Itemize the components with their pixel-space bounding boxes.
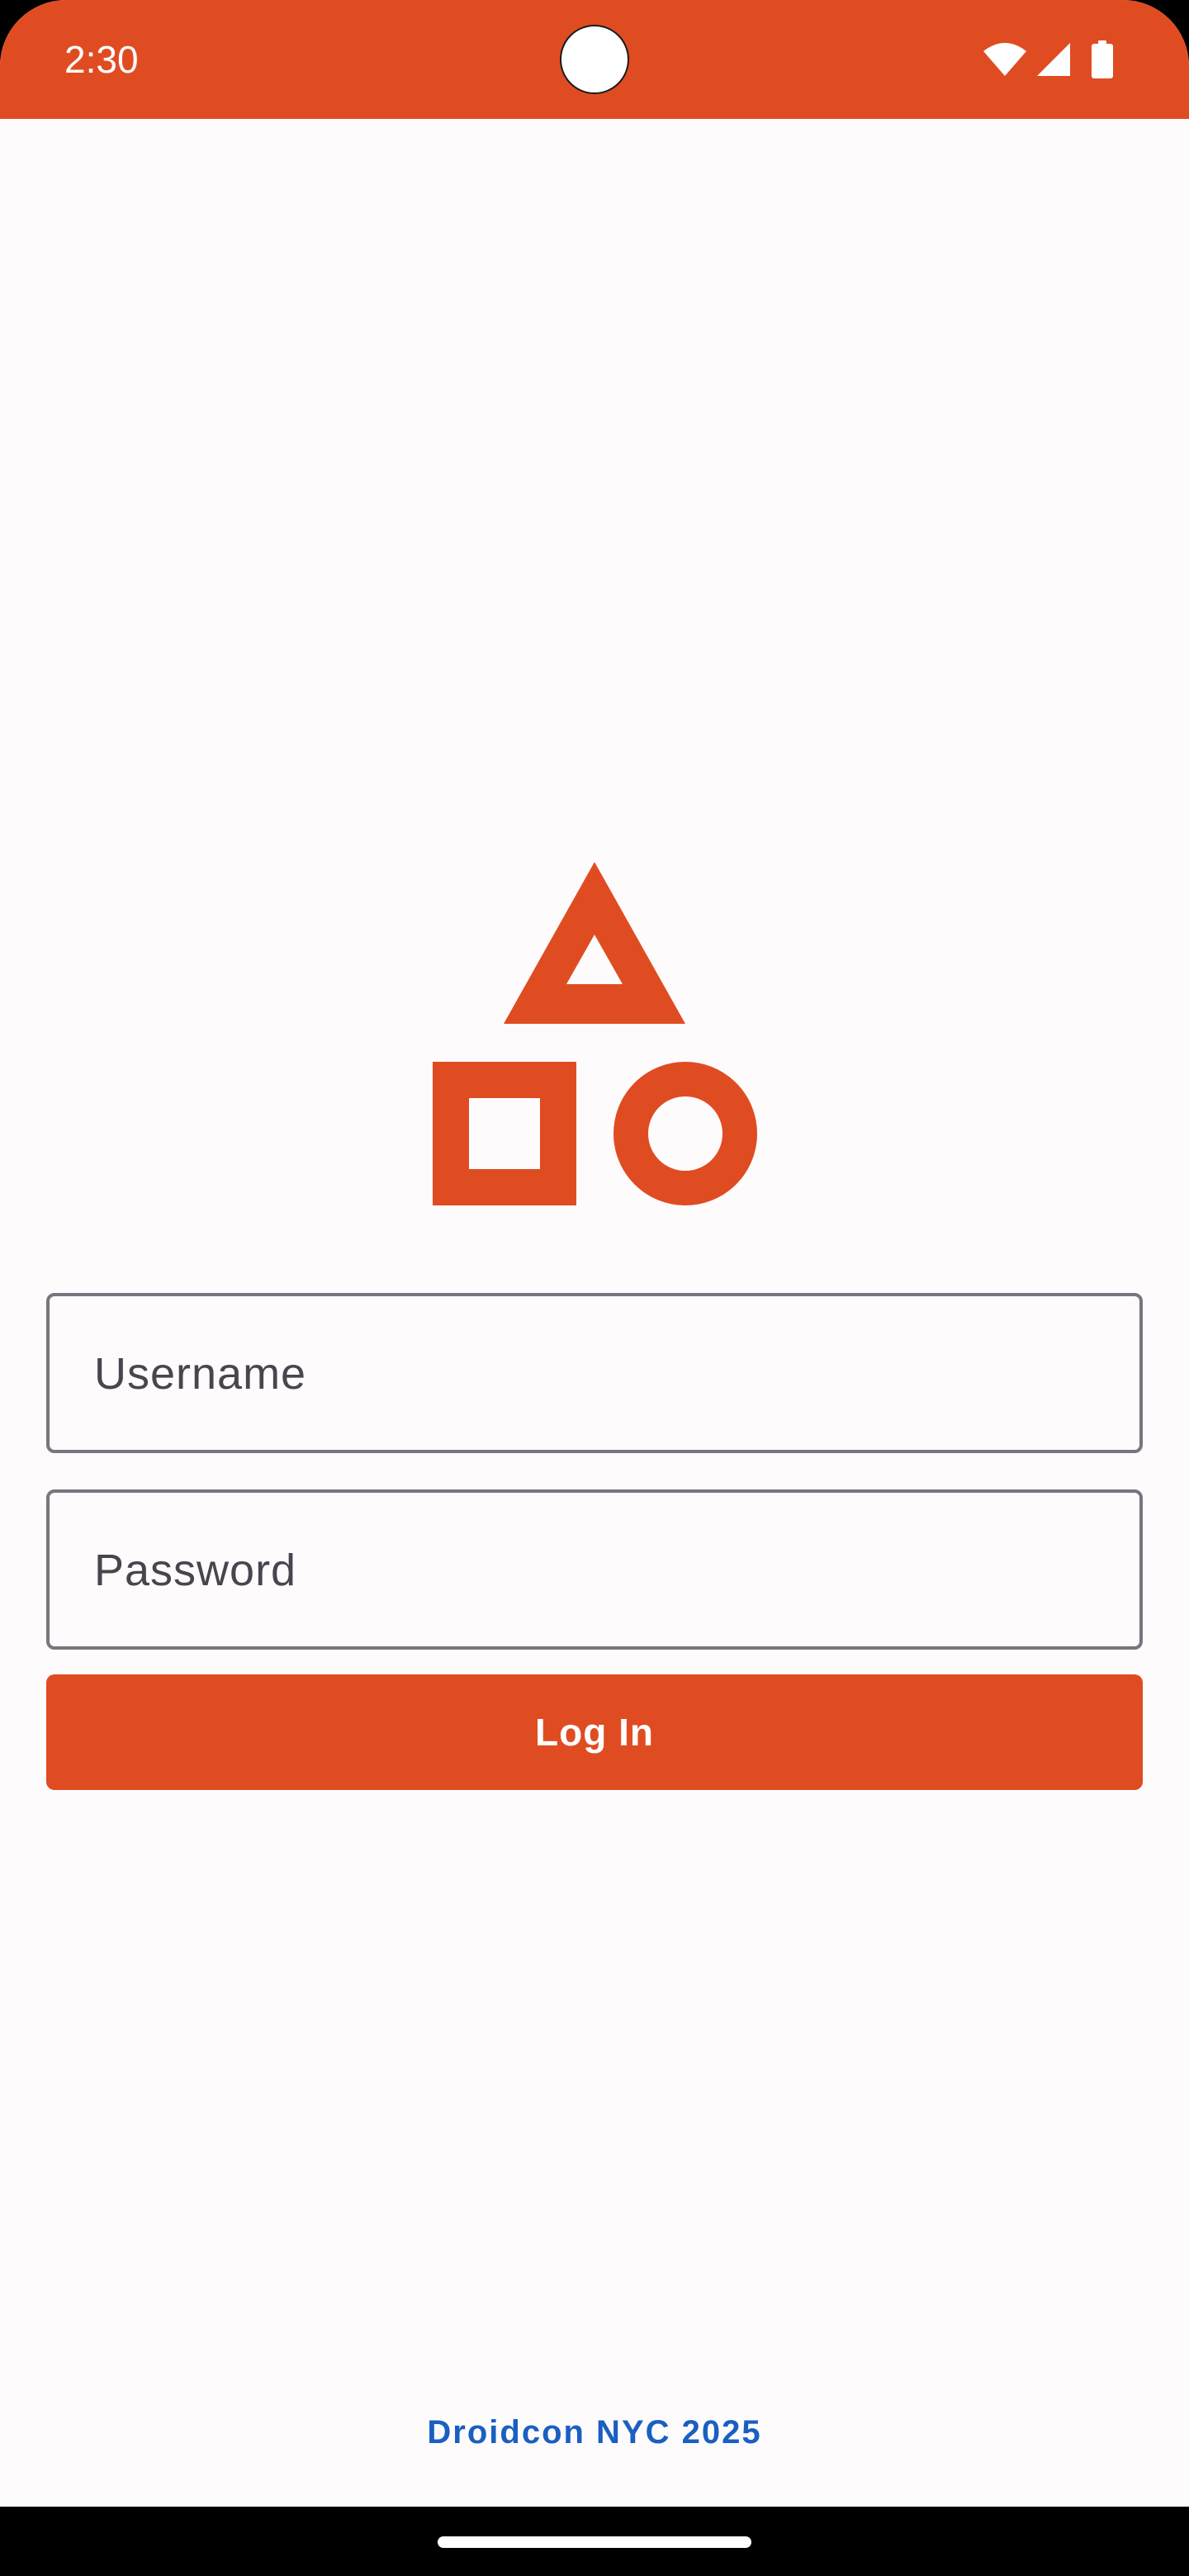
logo-square: [433, 1062, 576, 1205]
password-placeholder: Password: [94, 1546, 297, 1595]
username-field[interactable]: Username: [46, 1293, 1143, 1453]
shapes-logo-icon: [429, 859, 760, 1205]
system-navigation-bar: [0, 2507, 1189, 2576]
username-placeholder: Username: [94, 1349, 307, 1399]
status-bar: 2:30: [0, 0, 1189, 119]
password-field[interactable]: Password: [46, 1489, 1143, 1650]
cellular-signal-icon: [1035, 41, 1072, 78]
wifi-icon: [983, 41, 1027, 78]
logo-triangle: [504, 862, 685, 1024]
home-gesture-handle[interactable]: [438, 2536, 751, 2548]
battery-icon: [1092, 40, 1113, 78]
logo-circle: [613, 1062, 757, 1205]
status-time: 2:30: [64, 38, 139, 81]
app-screen: 2:30 Username Password Log In Droidcon N…: [0, 0, 1189, 2507]
status-icons: [983, 40, 1113, 79]
footer-text: Droidcon NYC 2025: [427, 2414, 762, 2451]
login-button[interactable]: Log In: [46, 1674, 1143, 1790]
camera-cutout: [560, 25, 629, 94]
login-button-label: Log In: [535, 1711, 654, 1754]
